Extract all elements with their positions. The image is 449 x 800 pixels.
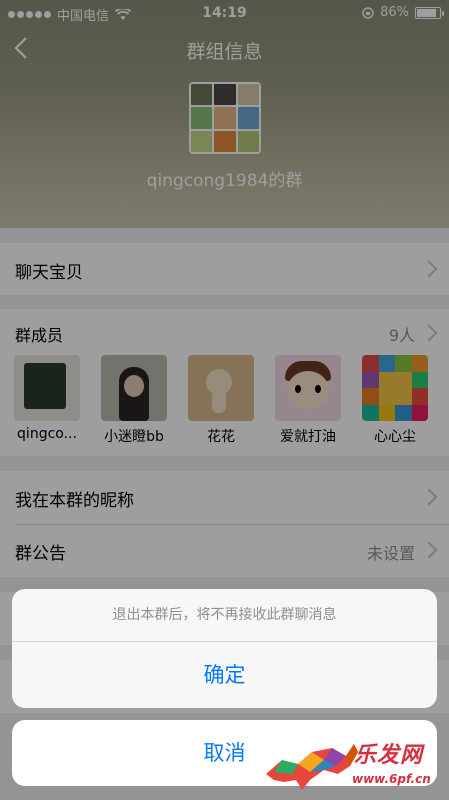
confirm-button[interactable]: 确定 <box>12 642 437 708</box>
action-sheet: 退出本群后，将不再接收此群聊消息 确定 <box>12 589 437 708</box>
watermark-url: www.6pf.cn <box>352 772 431 786</box>
group-info-screen: 中国电信 14:19 86% 群组信息 qingcong1984的群 聊天宝贝 … <box>0 0 449 800</box>
watermark-text: 乐发网 <box>354 743 424 768</box>
action-sheet-message: 退出本群后，将不再接收此群聊消息 <box>12 589 437 642</box>
